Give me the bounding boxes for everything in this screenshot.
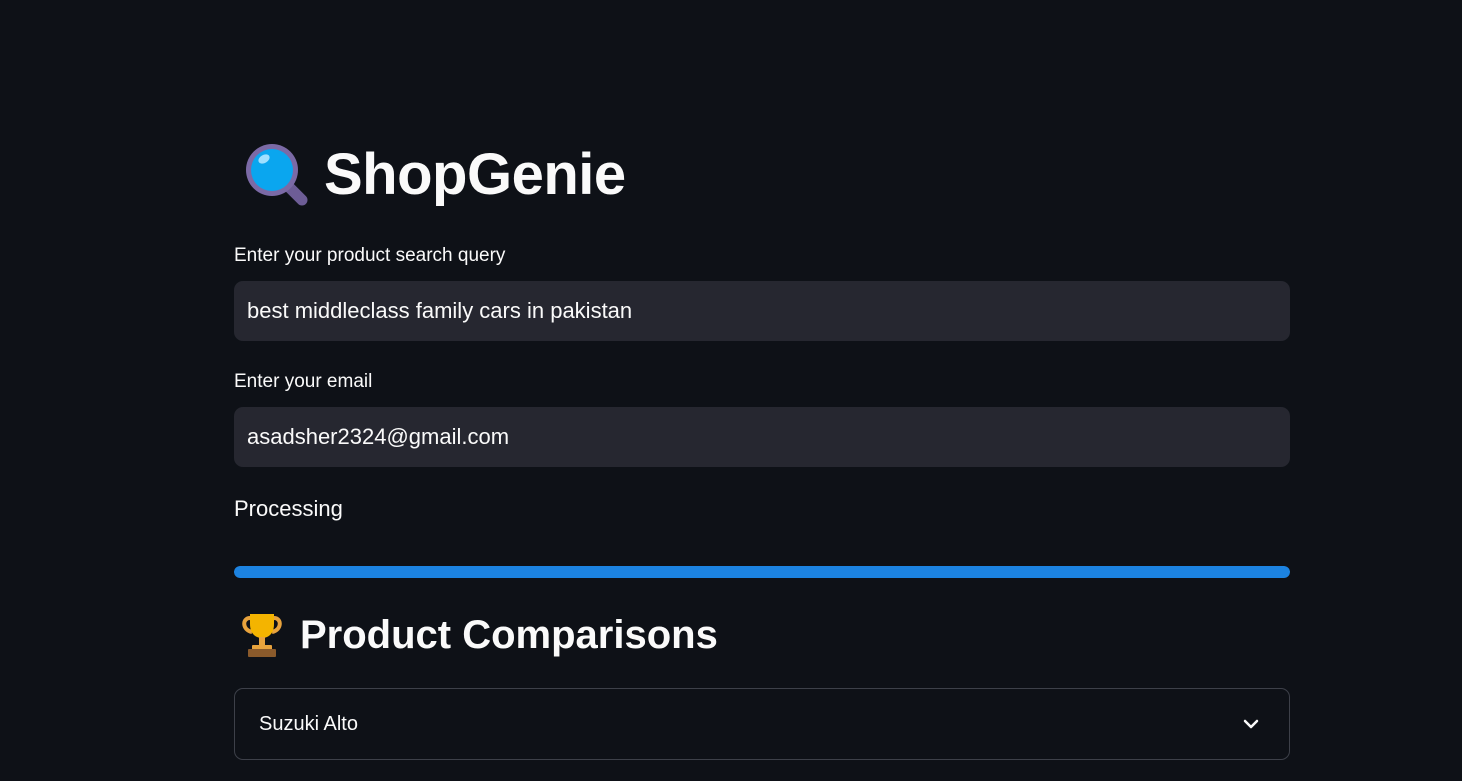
section-heading-row: Product Comparisons xyxy=(242,612,718,658)
status-text: Processing xyxy=(234,496,343,521)
trophy-icon xyxy=(242,614,282,657)
query-field-label: Enter your product search query xyxy=(234,245,506,266)
magnifying-glass-icon xyxy=(246,144,308,206)
progress-bar xyxy=(234,566,1290,578)
page-title: ShopGenie xyxy=(324,141,626,207)
email-input[interactable] xyxy=(234,407,1290,467)
expander-suzuki-alto[interactable]: Suzuki Alto xyxy=(234,688,1290,760)
page-title-row: ShopGenie xyxy=(242,140,626,208)
expander-label: Suzuki Alto xyxy=(259,712,358,735)
chevron-down-icon[interactable] xyxy=(1241,714,1261,734)
section-title: Product Comparisons xyxy=(300,612,718,657)
search-query-input[interactable] xyxy=(234,281,1290,341)
email-field-label: Enter your email xyxy=(234,371,373,392)
progress-bar-fill xyxy=(234,566,1290,578)
